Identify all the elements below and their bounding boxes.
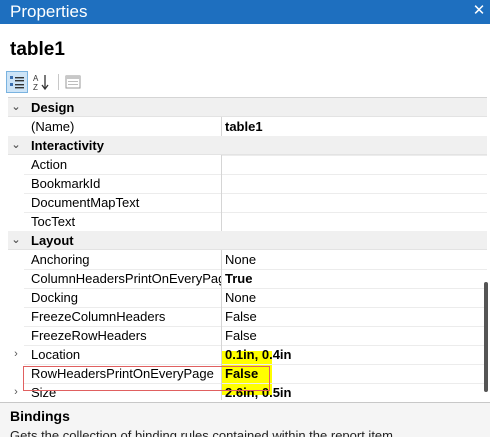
property-name: TocText	[24, 212, 222, 232]
property-row-rowheadersprintoneverypage[interactable]: RowHeadersPrintOnEveryPage False	[8, 364, 487, 384]
property-name: Location	[24, 345, 222, 365]
collapse-chevron-icon[interactable]: ⌄	[8, 98, 24, 117]
property-row-docking[interactable]: Docking None	[8, 288, 487, 308]
property-row-size[interactable]: › Size 2.6in, 0.5in	[8, 383, 487, 400]
property-grid: ⌄ Design (Name) table1 ⌄ Interactivity A…	[8, 97, 487, 400]
window-title: Properties	[10, 2, 88, 21]
property-value[interactable]: False	[222, 326, 487, 346]
svg-text:Z: Z	[33, 83, 38, 92]
property-value[interactable]: table1	[222, 117, 487, 137]
property-value[interactable]: False	[222, 307, 487, 327]
category-label: Interactivity	[31, 138, 104, 153]
property-value[interactable]: None	[222, 250, 487, 270]
properties-toolbar: A Z	[6, 71, 486, 95]
property-pages-icon[interactable]	[62, 71, 84, 93]
collapse-chevron-icon[interactable]: ⌄	[8, 136, 24, 155]
property-name: Docking	[24, 288, 222, 308]
property-name: FreezeColumnHeaders	[24, 307, 222, 327]
alphabetical-sort-icon[interactable]: A Z	[30, 71, 52, 93]
property-row-location[interactable]: › Location 0.1in, 0.4in	[8, 345, 487, 365]
property-row-freezecolumnheaders[interactable]: FreezeColumnHeaders False	[8, 307, 487, 327]
property-value[interactable]: None	[222, 288, 487, 308]
collapse-chevron-icon[interactable]: ⌄	[8, 231, 24, 250]
vertical-scrollbar[interactable]	[480, 97, 490, 400]
property-name: Size	[24, 383, 222, 400]
property-value[interactable]	[222, 212, 487, 213]
toolbar-separator	[58, 74, 59, 90]
category-label: Layout	[31, 233, 74, 248]
property-value[interactable]: 2.6in, 0.5in	[222, 383, 487, 400]
property-row-name[interactable]: (Name) table1	[8, 117, 487, 137]
property-name: DocumentMapText	[24, 193, 222, 213]
categorized-view-icon[interactable]	[6, 71, 28, 93]
property-row-columnheadersprintoneverypage[interactable]: ColumnHeadersPrintOnEveryPage True	[8, 269, 487, 289]
close-icon[interactable]: ✕	[472, 2, 486, 20]
property-name: BookmarkId	[24, 174, 222, 194]
property-name: ColumnHeadersPrintOnEveryPage	[24, 269, 222, 289]
property-row-bookmarkid[interactable]: BookmarkId	[8, 174, 487, 194]
property-value[interactable]	[222, 174, 487, 175]
property-name: RowHeadersPrintOnEveryPage	[24, 364, 222, 384]
property-name: FreezeRowHeaders	[24, 326, 222, 346]
property-row-action[interactable]: Action	[8, 155, 487, 175]
expand-chevron-icon[interactable]: ›	[8, 345, 24, 364]
category-layout[interactable]: ⌄ Layout	[8, 231, 487, 250]
scrollbar-thumb[interactable]	[484, 282, 488, 392]
category-interactivity[interactable]: ⌄ Interactivity	[8, 136, 487, 155]
property-name: Anchoring	[24, 250, 222, 270]
property-row-documentmaptext[interactable]: DocumentMapText	[8, 193, 487, 213]
property-value[interactable]: 0.1in, 0.4in	[222, 345, 487, 365]
expand-chevron-icon[interactable]: ›	[8, 383, 24, 400]
svg-text:A: A	[33, 74, 39, 83]
description-panel: Bindings Gets the collection of binding …	[0, 402, 490, 437]
property-value[interactable]	[222, 155, 487, 156]
description-text: Gets the collection of binding rules con…	[10, 428, 397, 437]
property-value[interactable]	[222, 193, 487, 194]
category-label: Design	[31, 100, 75, 115]
property-value[interactable]: False	[222, 364, 487, 384]
property-name: (Name)	[24, 117, 222, 137]
selected-object-name: table1	[10, 39, 65, 60]
property-value[interactable]: True	[222, 269, 487, 289]
property-row-anchoring[interactable]: Anchoring None	[8, 250, 487, 270]
properties-titlebar: Properties ✕	[0, 0, 490, 24]
description-title: Bindings	[10, 408, 70, 424]
property-name: Action	[24, 155, 222, 175]
category-design[interactable]: ⌄ Design	[8, 98, 487, 117]
property-row-toctext[interactable]: TocText	[8, 212, 487, 232]
property-row-freezerowheaders[interactable]: FreezeRowHeaders False	[8, 326, 487, 346]
